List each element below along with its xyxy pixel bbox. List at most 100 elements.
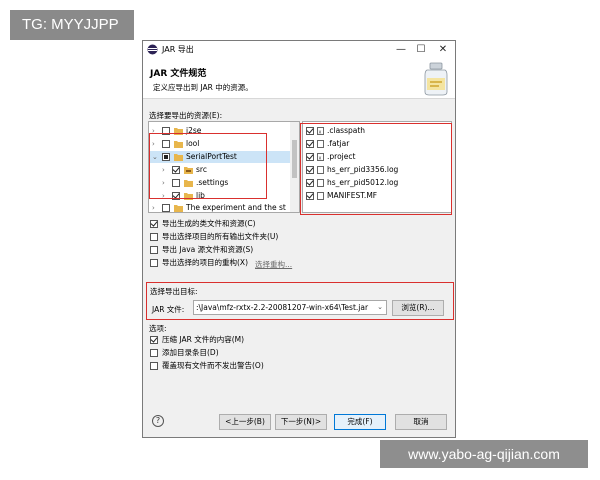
checkbox-add-directory-entries[interactable] [150, 349, 158, 357]
tree-item-src[interactable]: › src [149, 164, 291, 176]
scrollbar-thumb[interactable] [292, 140, 297, 178]
tree-item-label: lool [186, 139, 200, 148]
jar-icon [424, 62, 448, 96]
checkbox-settings[interactable] [172, 179, 180, 187]
file-item-label: hs_err_pid5012.log [327, 178, 399, 187]
wizard-header: JAR 文件规范 定义应导出到 JAR 中的资源。 [143, 59, 455, 99]
file-icon [317, 140, 324, 148]
help-icon[interactable]: ? [152, 415, 164, 427]
tree-item-label: SerialPortTest [186, 152, 237, 161]
expand-icon[interactable]: › [162, 190, 165, 202]
back-button[interactable]: <上一步(B) [219, 414, 271, 430]
expand-icon[interactable]: › [152, 138, 155, 150]
cancel-button[interactable]: 取消 [395, 414, 447, 430]
expand-icon[interactable]: › [152, 202, 155, 212]
file-item-label: .project [327, 152, 356, 161]
checkbox-project[interactable] [306, 153, 314, 161]
jar-export-dialog: JAR 导出 — ☐ ✕ JAR 文件规范 定义应导出到 JAR 中的资源。 选… [142, 40, 456, 438]
expand-icon[interactable]: › [152, 125, 155, 137]
maximize-button[interactable]: ☐ [411, 42, 431, 58]
xml-file-icon: x [317, 127, 324, 135]
tree-vertical-scrollbar[interactable] [290, 122, 299, 212]
checkbox-export-output-folders[interactable] [150, 233, 158, 241]
jar-file-input[interactable]: :\Java\mfz-rxtx-2.2-20081207-win-x64\Tes… [193, 300, 387, 315]
checkbox-export-java-source[interactable] [150, 246, 158, 254]
checkbox-overwrite-without-warning[interactable] [150, 362, 158, 370]
options-label: 选项: [149, 324, 167, 333]
tree-item-j2se[interactable]: › j2se [149, 125, 291, 137]
checkbox-compress-jar[interactable] [150, 336, 158, 344]
jar-file-label: JAR 文件: [152, 305, 185, 314]
collapse-icon[interactable]: ⌄ [152, 151, 158, 163]
finish-button[interactable]: 完成(F) [334, 414, 386, 430]
window-title: JAR 导出 [162, 45, 194, 54]
checkbox-src[interactable] [172, 166, 180, 174]
checkbox-log-5012[interactable] [306, 179, 314, 187]
file-item-label: hs_err_pid3356.log [327, 165, 399, 174]
browse-button[interactable]: 浏览(R)... [392, 300, 444, 316]
destination-label: 选择导出目标: [150, 287, 198, 296]
checkbox-serialporttest[interactable] [162, 153, 170, 161]
minimize-button[interactable]: — [391, 42, 411, 58]
checkbox-j2se[interactable] [162, 127, 170, 135]
tree-item-label: lib [196, 191, 205, 200]
source-folder-icon [184, 167, 193, 174]
checkbox-lool[interactable] [162, 140, 170, 148]
close-button[interactable]: ✕ [433, 42, 453, 58]
file-item-label: .classpath [327, 126, 366, 135]
resource-tree[interactable]: › j2se › lool ⌄ SerialPortTest › src › .… [148, 121, 300, 213]
expand-icon[interactable]: › [162, 177, 165, 189]
eclipse-icon [147, 44, 158, 55]
project-folder-icon [174, 141, 183, 148]
file-icon [317, 192, 324, 200]
checkbox-log-3356[interactable] [306, 166, 314, 174]
checkbox-manifest[interactable] [306, 192, 314, 200]
checkbox-export-refactorings[interactable] [150, 259, 158, 267]
file-icon [317, 166, 324, 174]
project-folder-icon [174, 154, 183, 161]
option-label: 导出生成的类文件和资源(C) [162, 219, 256, 228]
tree-item-settings[interactable]: › .settings [149, 177, 291, 189]
tree-item-label: .settings [196, 178, 229, 187]
tree-item-label: The experiment and the st [186, 203, 286, 212]
dropdown-chevron-icon[interactable]: ⌄ [377, 301, 383, 314]
resources-label: 选择要导出的资源(E): [149, 111, 223, 120]
website-watermark: www.yabo-ag-qijian.com [380, 440, 588, 468]
title-bar: JAR 导出 — ☐ ✕ [143, 41, 455, 59]
next-button[interactable]: 下一步(N)> [275, 414, 327, 430]
expand-icon[interactable]: › [162, 164, 165, 176]
folder-icon [184, 180, 193, 187]
tg-overlay-label: TG: MYYJJPP [10, 10, 134, 40]
option-label: 导出选择项目的所有输出文件夹(U) [162, 232, 279, 241]
option-label: 导出选择的项目的重构(X) [162, 258, 248, 267]
project-folder-icon [174, 128, 183, 135]
checkbox-lib[interactable] [172, 192, 180, 200]
page-title: JAR 文件规范 [150, 69, 207, 79]
folder-icon [184, 193, 193, 200]
tree-item-serialporttest[interactable]: ⌄ SerialPortTest [149, 151, 291, 163]
svg-text:x: x [319, 130, 322, 136]
project-folder-icon [174, 205, 183, 212]
tree-item-label: src [196, 165, 207, 174]
tree-item-lool[interactable]: › lool [149, 138, 291, 150]
option-label: 添加目录条目(D) [162, 348, 219, 357]
xml-file-icon: x [317, 153, 324, 161]
svg-text:x: x [319, 156, 322, 162]
tree-item-label: j2se [186, 126, 202, 135]
file-item-label: .fatjar [327, 139, 350, 148]
tree-item-lib[interactable]: › lib [149, 190, 291, 202]
jar-file-path: :\Java\mfz-rxtx-2.2-20081207-win-x64\Tes… [196, 303, 369, 312]
checkbox-experiment[interactable] [162, 204, 170, 212]
select-refactorings-link[interactable]: 选择重构... [255, 259, 292, 270]
file-item-label: MANIFEST.MF [327, 191, 378, 200]
file-icon [317, 179, 324, 187]
tree-item-experiment[interactable]: › The experiment and the st [149, 202, 291, 212]
checkbox-fatjar[interactable] [306, 140, 314, 148]
option-label: 压缩 JAR 文件的内容(M) [162, 335, 245, 344]
checkbox-export-class-files[interactable] [150, 220, 158, 228]
option-label: 导出 Java 源文件和资源(S) [162, 245, 254, 254]
checkbox-classpath[interactable] [306, 127, 314, 135]
page-subtitle: 定义应导出到 JAR 中的资源。 [153, 83, 253, 92]
option-label: 覆盖现有文件而不发出警告(O) [162, 361, 264, 370]
file-list[interactable]: x .classpath .fatjar x .project hs_err_p… [302, 121, 452, 213]
